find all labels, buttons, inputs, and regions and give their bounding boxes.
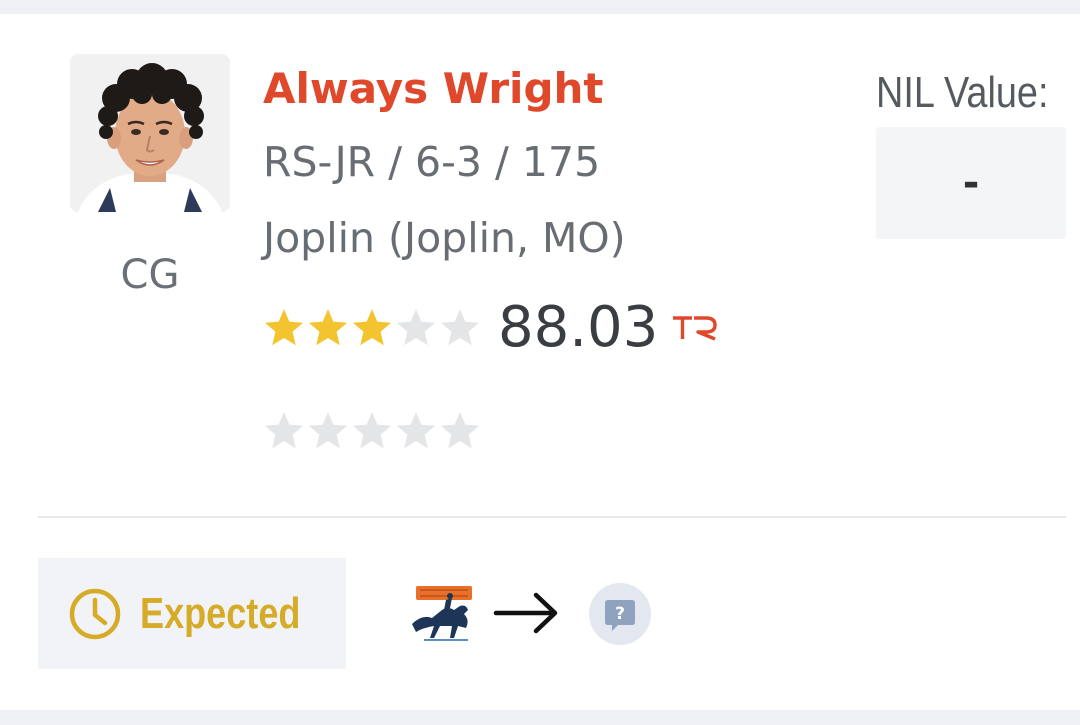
star-empty-icon xyxy=(441,309,479,346)
star-empty-icon xyxy=(309,412,347,449)
transfer-status-label: Expected xyxy=(140,588,301,638)
svg-text:?: ? xyxy=(615,604,625,624)
rating-value: 88.03 xyxy=(498,295,659,360)
star-empty-icon xyxy=(397,309,435,346)
rating-row: 88.03 xyxy=(262,298,718,358)
star-filled-icon xyxy=(265,309,303,346)
player-details: RS-JR / 6-3 / 175 xyxy=(263,138,601,186)
arrow-right-icon xyxy=(493,592,558,634)
transfer-status-badge: Expected xyxy=(38,558,346,669)
nil-value-label: NIL Value: xyxy=(876,68,1049,117)
clock-icon xyxy=(69,588,121,639)
star-empty-icon xyxy=(265,412,303,449)
tr-logo-icon xyxy=(673,316,718,341)
nil-value-box: - xyxy=(876,127,1066,239)
player-card: CG Always Wright RS-JR / 6-3 / 175 Jopli… xyxy=(0,14,1080,710)
nil-value: - xyxy=(962,160,980,206)
star-empty-icon xyxy=(441,412,479,449)
player-position: CG xyxy=(120,252,180,298)
divider xyxy=(38,516,1066,518)
star-empty-icon xyxy=(397,412,435,449)
star-filled-icon xyxy=(353,309,391,346)
star-filled-icon xyxy=(309,309,347,346)
player-headshot-icon xyxy=(70,54,230,212)
from-team-logo[interactable] xyxy=(408,584,478,644)
player-avatar[interactable] xyxy=(70,54,230,212)
to-team-question-icon[interactable]: ? xyxy=(588,582,652,646)
player-school: Joplin (Joplin, MO) xyxy=(263,214,626,262)
star-empty-icon xyxy=(353,412,391,449)
player-name-link[interactable]: Always Wright xyxy=(263,64,604,113)
star-rating xyxy=(262,306,482,350)
secondary-star-rating xyxy=(262,409,482,453)
